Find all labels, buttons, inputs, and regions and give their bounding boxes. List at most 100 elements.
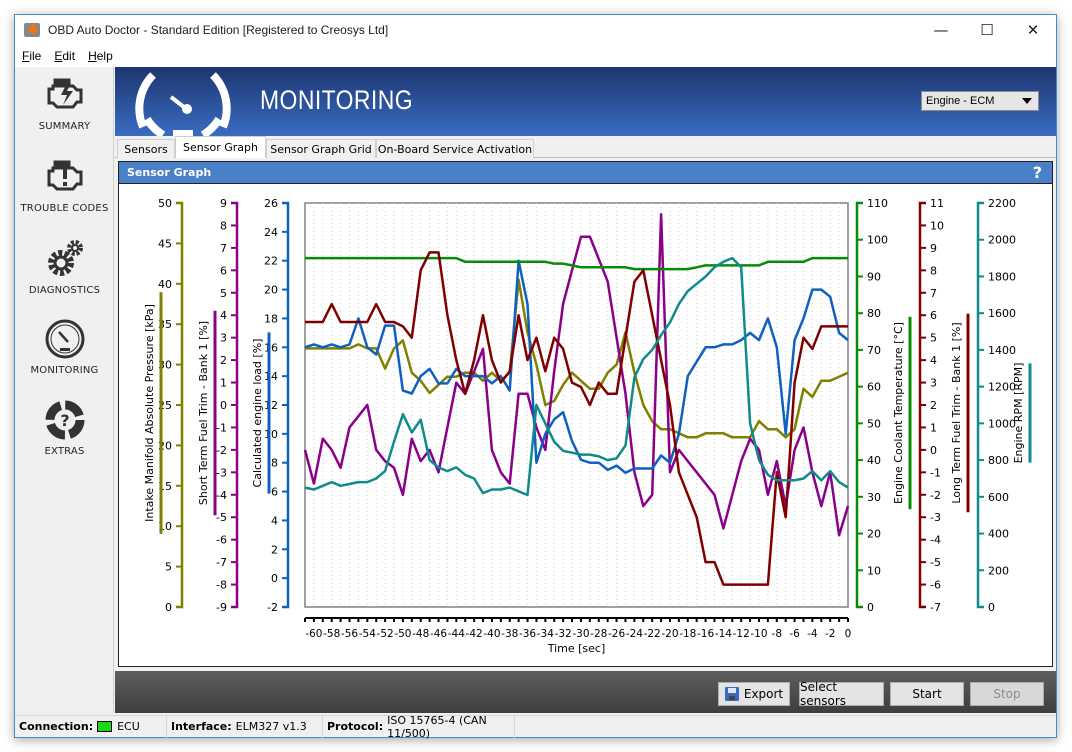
- title-bar[interactable]: OBD Auto Doctor - Standard Edition [Regi…: [15, 15, 1056, 45]
- menu-edit[interactable]: Edit: [54, 49, 75, 63]
- sensor-chart: 05101520253035404550Intake Manifold Abso…: [143, 197, 1032, 655]
- app-window: OBD Auto Doctor - Standard Edition [Regi…: [14, 14, 1057, 740]
- export-button[interactable]: Export: [718, 682, 790, 706]
- y-tick-label: 2: [271, 543, 278, 556]
- y-tick-label: 6: [271, 486, 278, 499]
- x-tick-label: -50: [394, 628, 411, 640]
- gears-icon: [47, 240, 83, 276]
- select-sensors-button[interactable]: Select sensors: [799, 680, 884, 708]
- y-tick-label: -6: [930, 579, 941, 592]
- y-tick-label: -4: [216, 489, 227, 502]
- x-tick-label: -8: [772, 628, 782, 640]
- y-tick-label: 12: [264, 399, 278, 412]
- start-button[interactable]: Start: [890, 682, 964, 706]
- y-tick-label: 0: [271, 572, 278, 585]
- y-tick-label: 14: [264, 370, 278, 383]
- x-tick-label: -16: [697, 628, 714, 640]
- sidebar-item-trouble-codes[interactable]: TROUBLE CODES: [15, 157, 114, 214]
- sidebar-label: EXTRAS: [44, 446, 85, 457]
- y-tick-label: 5: [220, 287, 227, 300]
- page-header: MONITORING Engine - ECM: [115, 67, 1056, 136]
- sidebar-label: SUMMARY: [38, 121, 91, 132]
- y-tick-label: -3: [930, 511, 941, 524]
- sidebar-label: DIAGNOSTICS: [28, 285, 101, 296]
- y-tick-label: -6: [216, 534, 227, 547]
- sidebar-item-summary[interactable]: SUMMARY: [15, 75, 114, 132]
- y-tick-label: 40: [158, 278, 172, 291]
- stop-button[interactable]: Stop: [970, 682, 1044, 706]
- ecu-dropdown[interactable]: Engine - ECM: [921, 91, 1039, 111]
- tab-bar: Sensors Sensor Graph Sensor Graph Grid O…: [115, 136, 1056, 158]
- y-axis-title: Short Term Fuel Trim - Bank 1 [%]: [197, 321, 210, 505]
- sidebar-item-monitoring[interactable]: MONITORING: [15, 319, 114, 376]
- y-tick-label: 0: [220, 399, 227, 412]
- y-tick-label: 4: [930, 354, 937, 367]
- y-tick-label: 24: [264, 226, 278, 239]
- y-tick-label: 110: [867, 197, 888, 210]
- tab-sensor-graph[interactable]: Sensor Graph: [175, 136, 266, 158]
- y-tick-label: 4: [271, 514, 278, 527]
- minimize-button[interactable]: —: [918, 15, 964, 45]
- y-tick-label: -7: [216, 556, 227, 569]
- close-button[interactable]: ✕: [1010, 15, 1056, 45]
- y-tick-label: 100: [867, 234, 888, 247]
- y-tick-label: 9: [930, 242, 937, 255]
- x-tick-label: -26: [608, 628, 625, 640]
- y-tick-label: 5: [930, 332, 937, 345]
- connection-status-icon: [97, 721, 113, 732]
- y-tick-label: 600: [988, 491, 1009, 504]
- sidebar-label: TROUBLE CODES: [20, 203, 109, 214]
- y-tick-label: 20: [264, 284, 278, 297]
- tab-on-board-service-activation[interactable]: On-Board Service Activation: [376, 139, 534, 158]
- y-tick-label: 2: [930, 399, 937, 412]
- y-tick-label: 45: [158, 237, 172, 250]
- y-axis-line: [855, 201, 863, 609]
- x-tick-label: -58: [323, 628, 340, 640]
- x-tick-label: -28: [590, 628, 607, 640]
- y-tick-label: 5: [165, 561, 172, 574]
- y-tick-label: 8: [271, 457, 278, 470]
- x-tick-label: -10: [750, 628, 767, 640]
- maximize-button[interactable]: ☐: [964, 15, 1010, 45]
- x-tick-label: -14: [715, 628, 732, 640]
- y-tick-label: 7: [930, 287, 937, 300]
- y-tick-label: 0: [930, 444, 937, 457]
- y-tick-label: 4: [220, 309, 227, 322]
- floppy-disk-icon: [724, 687, 739, 701]
- x-tick-label: -42: [466, 628, 483, 640]
- y-tick-label: -8: [216, 579, 227, 592]
- x-tick-label: -4: [807, 628, 818, 640]
- y-tick-label: -9: [216, 601, 227, 614]
- x-tick-label: -38: [501, 628, 518, 640]
- menu-file[interactable]: File: [22, 49, 41, 63]
- y-tick-label: 1800: [988, 270, 1016, 283]
- x-tick-label: -24: [626, 628, 643, 640]
- tab-sensor-graph-grid[interactable]: Sensor Graph Grid: [266, 139, 376, 158]
- menu-help[interactable]: Help: [88, 49, 113, 63]
- y-tick-label: 400: [988, 528, 1009, 541]
- y-tick-label: 0: [988, 601, 995, 614]
- x-tick-label: -18: [679, 628, 696, 640]
- y-tick-label: 2: [220, 354, 227, 367]
- y-tick-label: 60: [867, 381, 881, 394]
- y-tick-label: 22: [264, 255, 278, 268]
- sidebar-item-diagnostics[interactable]: DIAGNOSTICS: [15, 239, 114, 296]
- y-tick-label: -5: [930, 556, 941, 569]
- x-tick-label: -48: [412, 628, 429, 640]
- y-axis-title: Calculated engine load [%]: [251, 339, 264, 488]
- y-tick-label: -2: [216, 444, 227, 457]
- status-bar: Connection: ECU Interface: ELM327 v1.3 P…: [15, 714, 1056, 740]
- y-tick-label: -3: [216, 466, 227, 479]
- lifebuoy-help-icon: ?: [45, 400, 84, 440]
- y-tick-label: 0: [165, 601, 172, 614]
- sidebar-item-extras[interactable]: ? EXTRAS: [15, 400, 114, 457]
- app-logo-icon: [24, 23, 40, 37]
- x-tick-label: -54: [359, 628, 376, 640]
- y-tick-label: 18: [264, 312, 278, 325]
- y-tick-label: 10: [930, 219, 944, 232]
- tab-sensors[interactable]: Sensors: [117, 139, 175, 158]
- y-tick-label: 2200: [988, 197, 1016, 210]
- x-tick-label: -6: [789, 628, 800, 640]
- x-tick-label: -40: [483, 628, 500, 640]
- window-title: OBD Auto Doctor - Standard Edition [Regi…: [48, 23, 389, 37]
